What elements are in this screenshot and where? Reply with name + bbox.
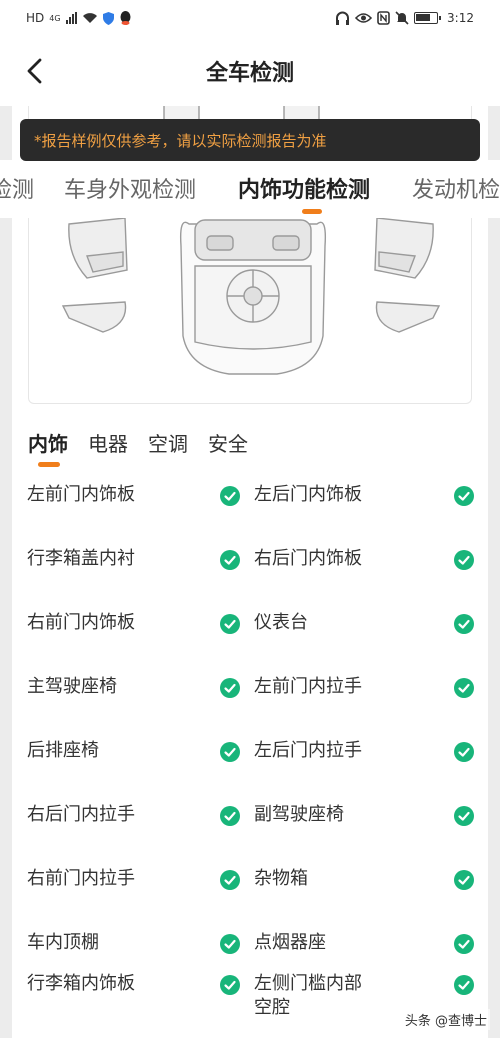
item-name: 右前门内饰板 (27, 612, 135, 633)
item-name: 左后门内饰板 (254, 484, 362, 505)
status-bar: HD 4G 3:12 (0, 0, 500, 36)
sub-tabs: 内饰 电器 空调 安全 (28, 428, 248, 468)
signal-icon (65, 12, 77, 24)
back-arrow-icon[interactable] (20, 56, 50, 86)
check-icon (454, 975, 474, 995)
mute-icon (395, 11, 409, 25)
check-icon (454, 806, 474, 826)
category-tab-indicator (302, 209, 322, 214)
tab-body-exterior[interactable]: 车身外观检测 (64, 172, 196, 204)
tab-inspection-prev[interactable]: 检测 (0, 172, 34, 204)
item-name: 左侧门槛内部空腔 (254, 973, 362, 1018)
item-name: 副驾驶座椅 (254, 804, 344, 825)
check-icon (454, 678, 474, 698)
watermark: 头条 @查博士 (401, 1009, 490, 1030)
battery-icon (414, 12, 442, 24)
check-icon (454, 614, 474, 634)
item-name: 右后门内饰板 (254, 548, 362, 569)
tab-engine[interactable]: 发动机检测 (412, 172, 500, 204)
shield-icon (102, 11, 114, 25)
item-name: 行李箱盖内衬 (27, 548, 135, 569)
check-icon (220, 975, 240, 995)
check-icon (220, 678, 240, 698)
network-type: HD (26, 11, 45, 25)
sample-report-notice: *报告样例仅供参考，请以实际检测报告为准 (20, 119, 480, 161)
item-name: 左前门内拉手 (254, 676, 362, 697)
status-right: 3:12 (335, 11, 474, 25)
item-name: 右后门内拉手 (27, 804, 135, 825)
wifi-icon (82, 13, 97, 23)
nfc-icon (377, 11, 390, 25)
check-icon (220, 742, 240, 762)
check-icon (454, 870, 474, 890)
eye-icon (355, 13, 373, 23)
item-name: 左前门内饰板 (27, 484, 135, 505)
header: 全车检测 (0, 36, 500, 106)
check-icon (454, 742, 474, 762)
item-name: 右前门内拉手 (27, 868, 135, 889)
check-icon (220, 870, 240, 890)
sub-tab-air-conditioning[interactable]: 空调 (148, 428, 188, 468)
item-name: 仪表台 (254, 612, 308, 633)
page-title: 全车检测 (205, 61, 294, 86)
category-tab-strip: 检测 车身外观检测 内饰功能检测 发动机检测 (0, 160, 500, 218)
network-sup: 4G (49, 13, 61, 23)
check-icon (454, 550, 474, 570)
item-name: 左后门内拉手 (254, 740, 362, 761)
check-icon (220, 934, 240, 954)
check-icon (220, 486, 240, 506)
clock: 3:12 (447, 11, 474, 25)
check-icon (220, 550, 240, 570)
headphones-icon (336, 11, 350, 25)
check-icon (454, 486, 474, 506)
item-name: 杂物箱 (254, 868, 308, 889)
check-icon (220, 614, 240, 634)
status-left: HD 4G (26, 11, 132, 25)
check-icon (454, 934, 474, 954)
item-name: 车内顶棚 (27, 932, 99, 953)
tab-interior-function[interactable]: 内饰功能检测 (238, 172, 370, 204)
check-icon (220, 806, 240, 826)
item-name: 主驾驶座椅 (27, 676, 117, 697)
item-name: 后排座椅 (27, 740, 99, 761)
report-card: 内饰 电器 空调 安全 左前门内饰板 左后门内饰板 行李箱盖内衬 右后门内饰板 … (12, 106, 488, 1038)
item-name: 行李箱内饰板 (27, 973, 135, 994)
item-name: 点烟器座 (254, 932, 326, 953)
sub-tab-safety[interactable]: 安全 (208, 428, 248, 468)
sub-tab-indicator (38, 462, 60, 467)
qq-icon (120, 11, 131, 25)
sub-tab-electrical[interactable]: 电器 (88, 428, 128, 468)
